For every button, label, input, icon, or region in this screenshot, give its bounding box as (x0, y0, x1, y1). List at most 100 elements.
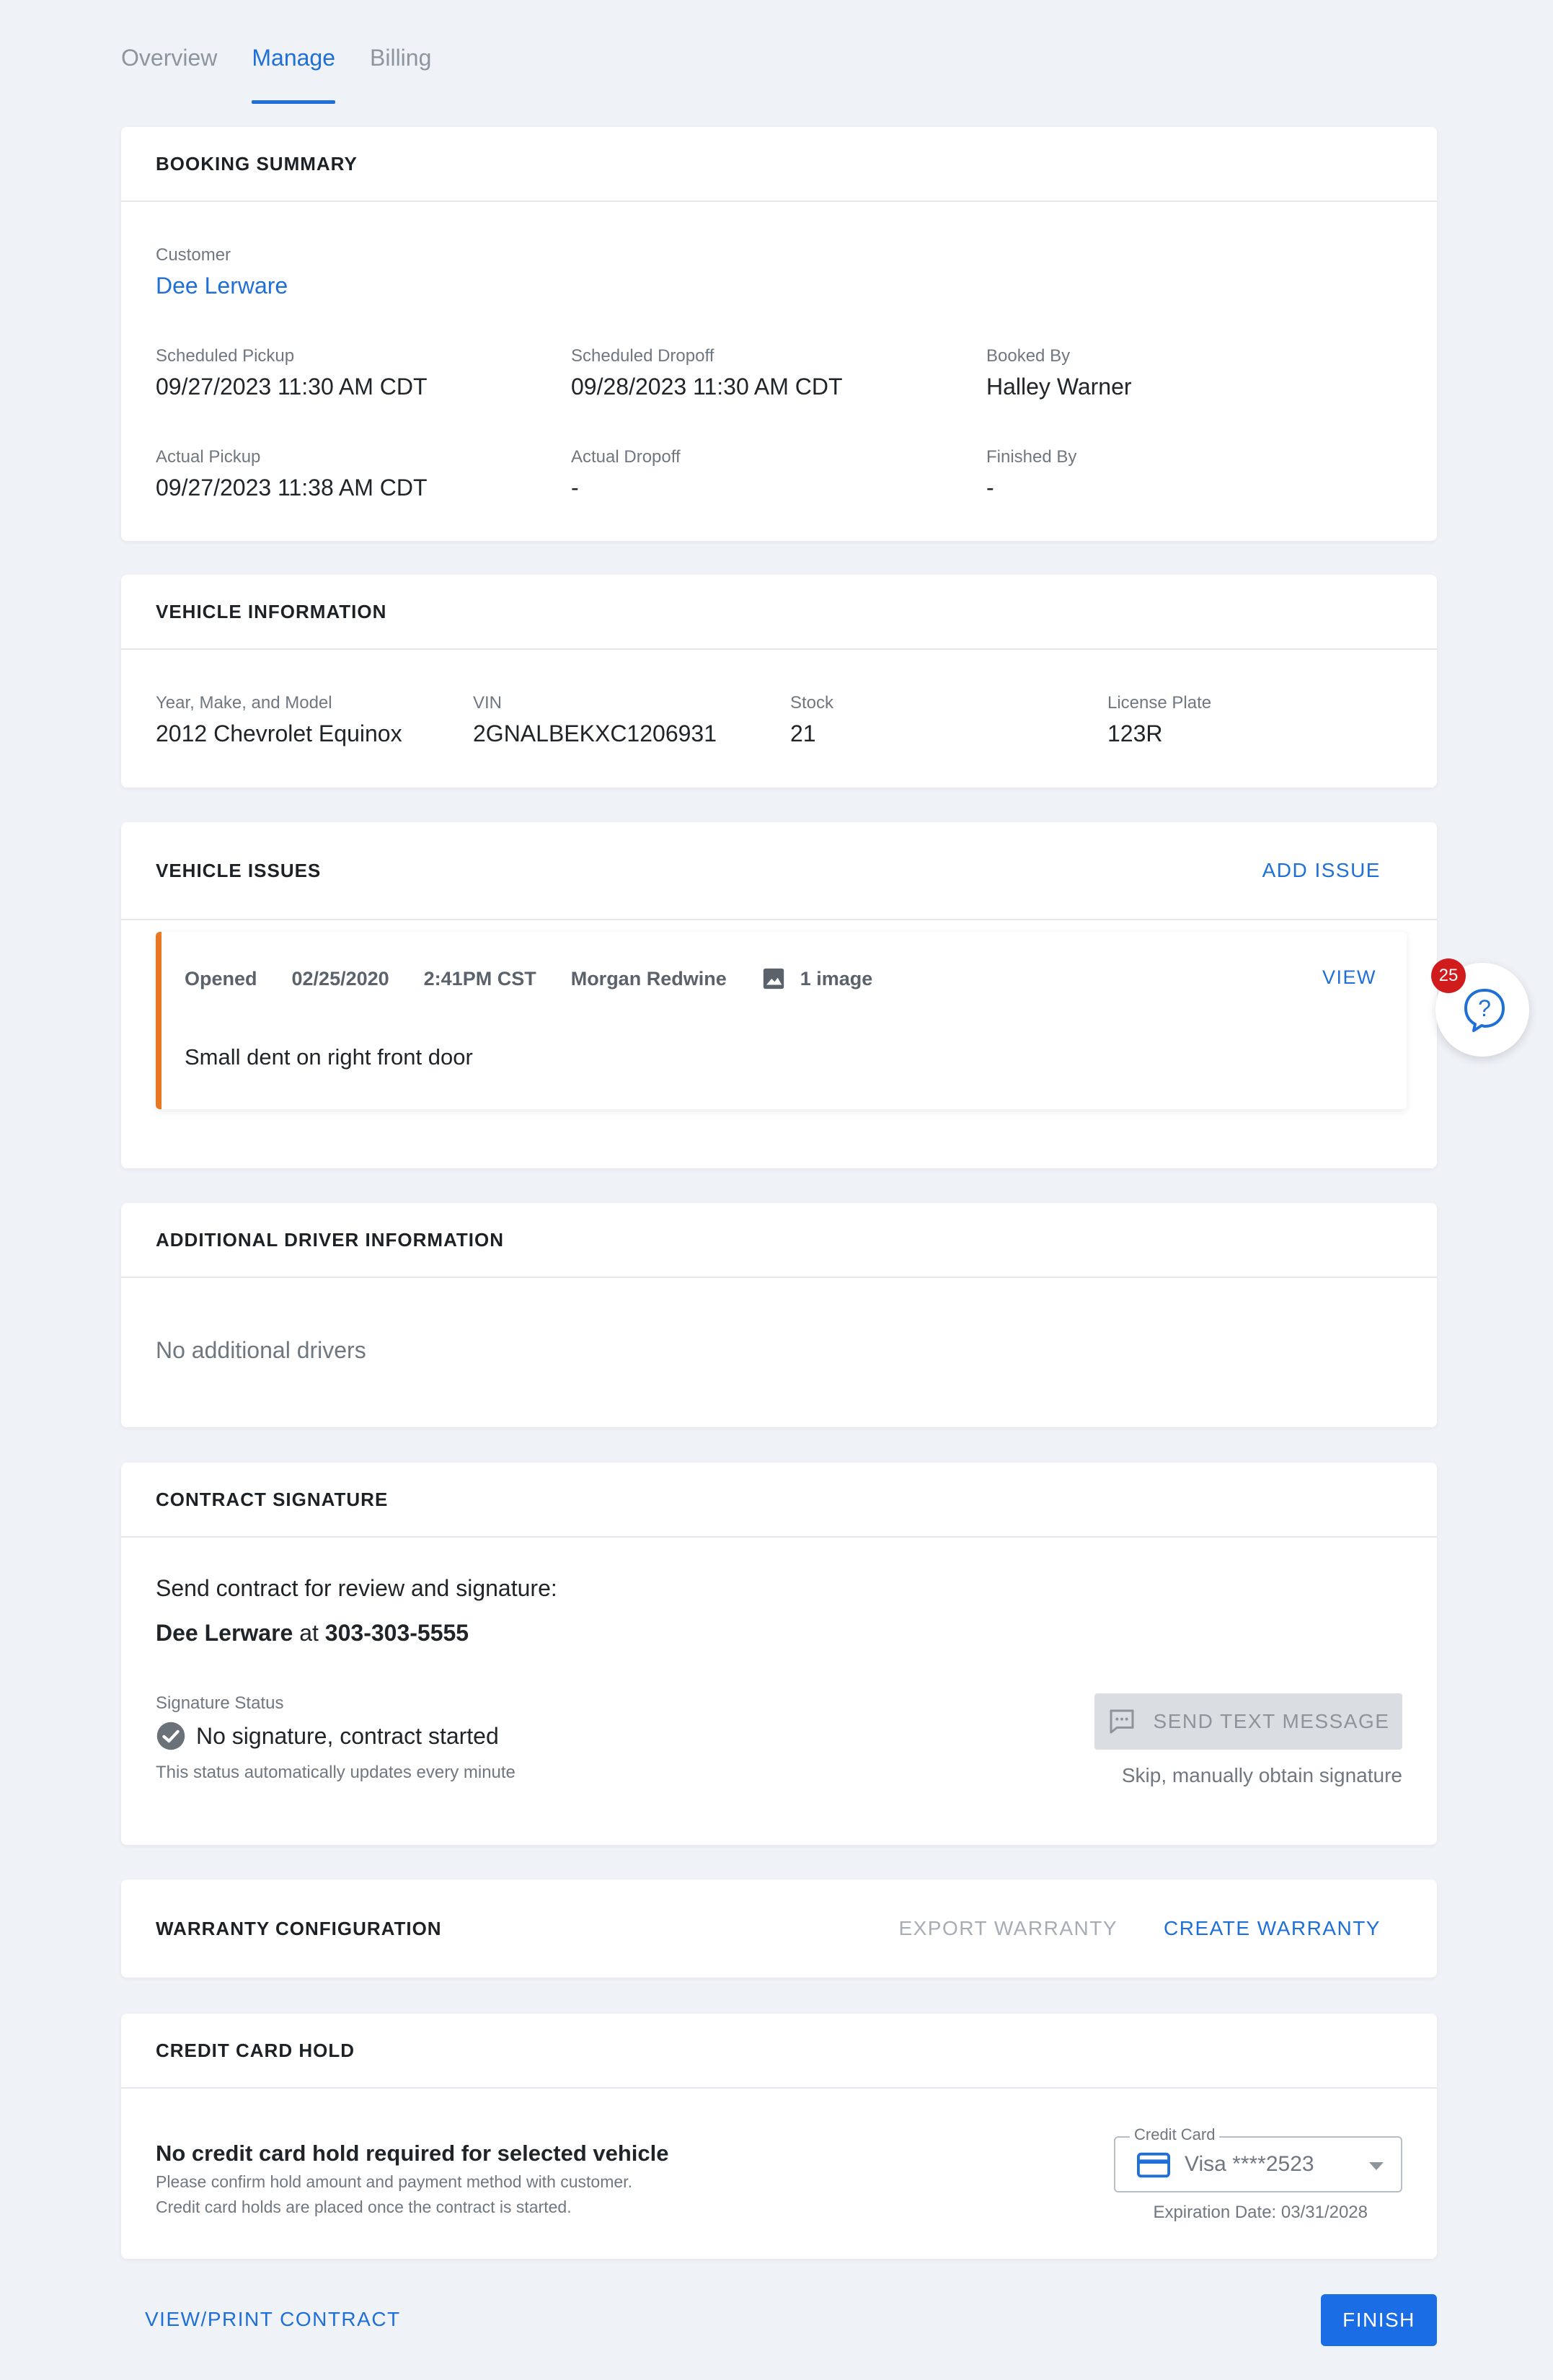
recipient-at: at (299, 1620, 319, 1646)
warranty-header: WARRANTY CONFIGURATION EXPORT WARRANTY C… (121, 1879, 1437, 1978)
view-issue-button[interactable]: VIEW (1322, 966, 1376, 989)
vin-field: VIN 2GNALBEKXC1206931 (473, 693, 717, 747)
issue-item: Opened 02/25/2020 2:41PM CST Morgan Redw… (156, 932, 1407, 1109)
svg-text:?: ? (1478, 995, 1491, 1021)
booked-by-field: Booked By Halley Warner (986, 346, 1132, 400)
contract-signature-title: CONTRACT SIGNATURE (156, 1488, 389, 1510)
help-button[interactable]: ? 25 (1431, 958, 1529, 1057)
image-icon (763, 968, 784, 990)
ymm-label: Year, Make, and Model (156, 693, 332, 713)
ymm-field: Year, Make, and Model 2012 Chevrolet Equ… (156, 693, 402, 747)
booking-summary-title: BOOKING SUMMARY (156, 152, 358, 175)
license-plate-field: License Plate 123R (1107, 693, 1211, 747)
scheduled-dropoff-field: Scheduled Dropoff 09/28/2023 11:30 AM CD… (571, 346, 843, 400)
vin-value: 2GNALBEKXC1206931 (473, 720, 717, 746)
send-contract-text: Send contract for review and signature: (156, 1575, 557, 1601)
finished-by-value: - (986, 475, 994, 501)
export-warranty-button[interactable]: EXPORT WARRANTY (898, 1917, 1118, 1940)
booking-summary-header: BOOKING SUMMARY (121, 127, 1437, 202)
customer-label: Customer (156, 245, 231, 265)
send-text-message-button[interactable]: SEND TEXT MESSAGE (1094, 1693, 1402, 1750)
signature-status-value: No signature, contract started (196, 1722, 499, 1749)
message-icon (1110, 1709, 1134, 1734)
scheduled-pickup-label: Scheduled Pickup (156, 346, 295, 366)
recipient-phone: 303-303-5555 (324, 1620, 469, 1646)
check-circle-icon (156, 1722, 185, 1750)
booked-by-value: Halley Warner (986, 374, 1132, 400)
warranty-title: WARRANTY CONFIGURATION (156, 1917, 442, 1939)
view-print-contract-button[interactable]: VIEW/PRINT CONTRACT (145, 2308, 401, 2331)
license-plate-label: License Plate (1107, 693, 1212, 713)
stock-label: Stock (790, 693, 834, 713)
license-plate-value: 123R (1107, 720, 1163, 746)
credit-card-value: Visa ****2523 (1185, 2152, 1314, 2176)
credit-card-label: Credit Card (1130, 2125, 1220, 2144)
recipient-line: Dee Lerware at 303-303-5555 (156, 1620, 469, 1647)
hold-note-1: Please confirm hold amount and payment m… (156, 2172, 632, 2191)
tab-manage[interactable]: Manage (252, 35, 335, 104)
signature-status-row: No signature, contract started (156, 1721, 516, 1751)
additional-drivers-card: ADDITIONAL DRIVER INFORMATION No additio… (121, 1203, 1437, 1427)
additional-drivers-title: ADDITIONAL DRIVER INFORMATION (156, 1228, 505, 1251)
scheduled-dropoff-label: Scheduled Dropoff (571, 346, 714, 366)
chevron-down-icon (1369, 2162, 1384, 2170)
issue-description: Small dent on right front door (185, 1044, 473, 1070)
actual-dropoff-label: Actual Dropoff (571, 447, 681, 467)
actual-pickup-field: Actual Pickup 09/27/2023 11:38 AM CDT (156, 447, 428, 501)
recipient-name: Dee Lerware (156, 1620, 293, 1646)
vin-label: VIN (473, 693, 503, 713)
actual-pickup-label: Actual Pickup (156, 447, 261, 467)
create-warranty-button[interactable]: CREATE WARRANTY (1164, 1917, 1381, 1940)
vehicle-issues-title: VEHICLE ISSUES (156, 859, 322, 881)
stock-value: 21 (790, 720, 816, 746)
credit-card-select[interactable]: Credit Card Visa ****2523 (1114, 2125, 1402, 2192)
booked-by-label: Booked By (986, 346, 1071, 366)
ymm-value: 2012 Chevrolet Equinox (156, 720, 402, 746)
credit-card-hold-title: CREDIT CARD HOLD (156, 2039, 355, 2061)
issue-status: Opened (185, 967, 257, 990)
credit-card-hold-header: CREDIT CARD HOLD (121, 2014, 1437, 2089)
booking-summary-card: BOOKING SUMMARY Customer Dee Lerware Sch… (121, 127, 1437, 541)
hold-note-2: Credit card holds are placed once the co… (156, 2198, 572, 2216)
issue-date: 02/25/2020 (291, 967, 389, 990)
contract-signature-header: CONTRACT SIGNATURE (121, 1463, 1437, 1538)
customer-field: Customer Dee Lerware (156, 245, 288, 299)
vehicle-issues-card: VEHICLE ISSUES ADD ISSUE Opened 02/25/20… (121, 822, 1437, 1168)
customer-link[interactable]: Dee Lerware (156, 273, 288, 299)
vehicle-information-card: VEHICLE INFORMATION Year, Make, and Mode… (121, 575, 1437, 788)
actual-dropoff-field: Actual Dropoff - (571, 447, 681, 501)
help-notification-badge: 25 (1431, 958, 1466, 993)
scheduled-dropoff-value: 09/28/2023 11:30 AM CDT (571, 374, 843, 400)
issue-image-count[interactable]: 1 image (800, 968, 873, 990)
issue-meta: Opened 02/25/2020 2:41PM CST Morgan Redw… (185, 966, 907, 991)
no-drivers-text: No additional drivers (156, 1337, 366, 1363)
scheduled-pickup-value: 09/27/2023 11:30 AM CDT (156, 374, 428, 400)
skip-signature-link[interactable]: Skip, manually obtain signature (1122, 1764, 1402, 1787)
warranty-actions: EXPORT WARRANTY CREATE WARRANTY (898, 1917, 1381, 1940)
card-expiration: Expiration Date: 03/31/2028 (1153, 2203, 1368, 2222)
signature-status-label: Signature Status (156, 1693, 284, 1713)
tab-billing[interactable]: Billing (370, 35, 431, 94)
finished-by-label: Finished By (986, 447, 1077, 467)
vehicle-information-title: VEHICLE INFORMATION (156, 600, 387, 622)
vehicle-issues-header: VEHICLE ISSUES ADD ISSUE (121, 822, 1437, 920)
finish-button[interactable]: FINISH (1321, 2294, 1437, 2346)
additional-drivers-header: ADDITIONAL DRIVER INFORMATION (121, 1203, 1437, 1278)
signature-status-field: Signature Status No signature, contract … (156, 1693, 516, 1783)
credit-card-icon (1137, 2152, 1170, 2178)
warranty-card: WARRANTY CONFIGURATION EXPORT WARRANTY C… (121, 1879, 1437, 1978)
actual-pickup-value: 09/27/2023 11:38 AM CDT (156, 475, 428, 501)
signature-status-note: This status automatically updates every … (156, 1763, 516, 1782)
issue-author: Morgan Redwine (570, 967, 727, 990)
tab-overview[interactable]: Overview (121, 35, 217, 94)
send-text-message-label: SEND TEXT MESSAGE (1153, 1710, 1390, 1732)
hold-heading: No credit card hold required for selecte… (156, 2141, 669, 2166)
add-issue-button[interactable]: ADD ISSUE (1262, 859, 1381, 882)
scheduled-pickup-field: Scheduled Pickup 09/27/2023 11:30 AM CDT (156, 346, 428, 400)
tab-bar: Overview Manage Billing (121, 35, 466, 104)
actual-dropoff-value: - (571, 475, 579, 501)
hold-info: No credit card hold required for selecte… (156, 2141, 669, 2217)
help-question-icon: ? (1464, 989, 1505, 1032)
finished-by-field: Finished By - (986, 447, 1076, 501)
contract-signature-card: CONTRACT SIGNATURE Send contract for rev… (121, 1463, 1437, 1845)
